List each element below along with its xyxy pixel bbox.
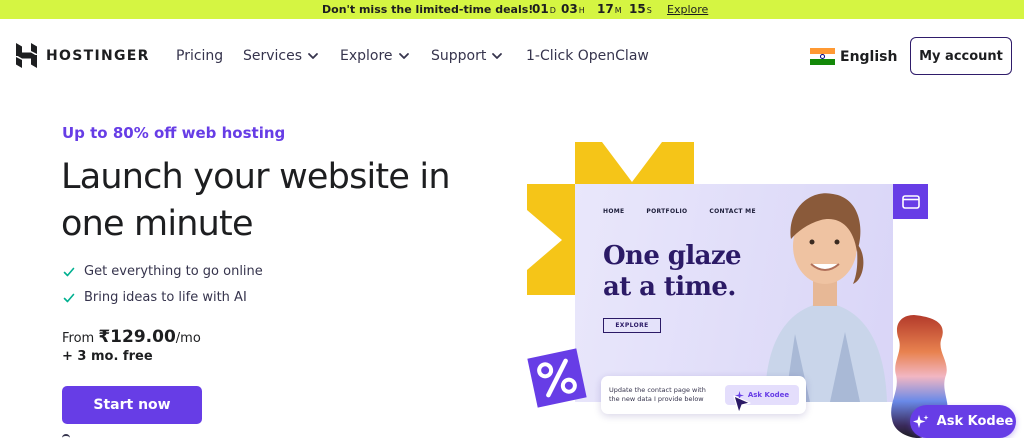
my-account-button[interactable]: My account	[910, 37, 1012, 75]
nav-support-label: Support	[431, 48, 487, 64]
ask-kodee-label: Ask Kodee	[936, 414, 1014, 429]
chevron-down-icon	[308, 53, 318, 59]
nav-explore-label: Explore	[340, 48, 393, 64]
preview-nav-home: HOME	[603, 208, 625, 215]
woman-photo-image	[765, 193, 887, 402]
chevron-down-icon	[492, 53, 503, 59]
website-preview-card: HOME PORTFOLIO CONTACT ME One glaze at a…	[575, 184, 893, 402]
promo-message: Don't miss the limited-time deals!	[322, 3, 534, 16]
hero-illustration: HOME PORTFOLIO CONTACT ME One glaze at a…	[522, 140, 1024, 438]
kodee-prompt-card: Update the contact page with the new dat…	[601, 376, 806, 414]
chevron-down-icon	[398, 53, 409, 59]
price-line: From ₹129.00/mo	[62, 327, 201, 347]
browser-window-icon	[893, 184, 928, 219]
partial-icon	[62, 434, 70, 438]
promo-explore-link[interactable]: Explore	[667, 3, 708, 16]
price-amount: ₹129.00	[98, 327, 176, 347]
language-selector[interactable]: English	[810, 48, 898, 66]
feature-item: Get everything to go online	[63, 264, 263, 279]
main-nav: HOSTINGER Pricing Services Explore Suppo…	[0, 19, 1024, 95]
nav-pricing[interactable]: Pricing	[176, 48, 223, 64]
kodee-sparkle-icon	[912, 414, 929, 428]
hostinger-logo[interactable]: HOSTINGER	[16, 43, 150, 68]
bonus-months: + 3 mo. free	[62, 349, 153, 364]
feature-label: Bring ideas to life with AI	[84, 290, 247, 305]
preview-heading-line2: at a time.	[603, 272, 736, 302]
cursor-icon	[733, 395, 751, 414]
countdown-seconds: 15S	[629, 2, 652, 16]
preview-nav-portfolio: PORTFOLIO	[646, 208, 688, 215]
preview-explore-button: EXPLORE	[603, 318, 661, 333]
kodee-prompt-text: Update the contact page with the new dat…	[609, 386, 706, 403]
nav-services-label: Services	[243, 48, 303, 64]
feature-label: Get everything to go online	[84, 264, 263, 279]
check-icon	[63, 267, 75, 276]
countdown-minutes: 17M	[597, 2, 622, 16]
hostinger-logo-icon	[16, 43, 37, 68]
check-icon	[63, 293, 75, 302]
nav-services[interactable]: Services	[243, 48, 319, 64]
nav-openclaw[interactable]: 1-Click OpenClaw	[526, 48, 649, 64]
price-suffix: /mo	[175, 331, 201, 346]
nav-openclaw-label: 1-Click OpenClaw	[526, 48, 649, 64]
nav-support[interactable]: Support	[431, 48, 503, 64]
brand-name: HOSTINGER	[46, 47, 150, 64]
india-flag-icon	[810, 48, 835, 66]
start-now-button[interactable]: Start now	[62, 386, 202, 424]
preview-heading-line1: One glaze	[603, 241, 742, 271]
promo-bar: Don't miss the limited-time deals! 01D 0…	[0, 0, 1024, 19]
language-label: English	[840, 48, 898, 65]
kodee-prompt-button-label: Ask Kodee	[747, 391, 790, 399]
price-prefix: From	[62, 331, 99, 346]
percent-icon	[527, 348, 587, 408]
hero-kicker: Up to 80% off web hosting	[62, 124, 286, 142]
nav-pricing-label: Pricing	[176, 48, 224, 64]
countdown-days: 01D	[532, 2, 556, 16]
ask-kodee-button[interactable]: Ask Kodee	[910, 405, 1016, 438]
preview-heading: One glaze at a time.	[603, 241, 742, 303]
nav-explore[interactable]: Explore	[340, 48, 410, 64]
hero-headline: Launch your website in one minute	[61, 157, 451, 244]
countdown-hours: 03H	[561, 2, 585, 16]
feature-item: Bring ideas to life with AI	[63, 290, 247, 305]
